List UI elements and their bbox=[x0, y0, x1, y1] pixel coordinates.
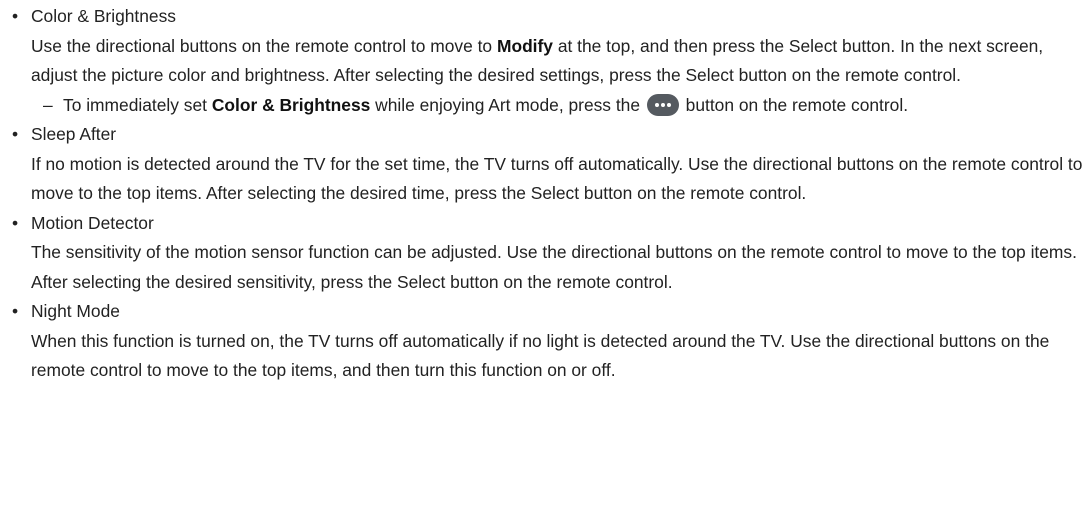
section-night-mode: • Night Mode When this function is turne… bbox=[0, 297, 1088, 386]
more-button-icon bbox=[646, 93, 679, 116]
note-text-segment: To immediately set bbox=[63, 94, 212, 115]
manual-page: • Color & Brightness Use the directional… bbox=[0, 0, 1088, 518]
modify-emphasis: Modify bbox=[496, 35, 553, 56]
bullet: • bbox=[11, 124, 19, 144]
bullet: • bbox=[11, 301, 19, 321]
body-text-segment: Use the directional buttons on the remot… bbox=[31, 35, 497, 56]
section-heading: Sleep After bbox=[31, 124, 117, 144]
section-color-brightness: • Color & Brightness Use the directional… bbox=[0, 2, 1088, 120]
section-heading: Night Mode bbox=[31, 301, 120, 321]
section-heading: Motion Detector bbox=[31, 212, 154, 233]
section-motion-detector: • Motion Detector The sensitivity of the… bbox=[0, 209, 1088, 298]
section-sleep-after: • Sleep After If no motion is detected a… bbox=[0, 120, 1088, 209]
section-body: When this function is turned on, the TV … bbox=[31, 330, 1050, 381]
section-body: The sensitivity of the motion sensor fun… bbox=[31, 242, 1077, 292]
bullet: • bbox=[11, 6, 19, 26]
section-note: – To immediately set Color & Brightness w… bbox=[43, 91, 1088, 121]
bullet: • bbox=[11, 212, 19, 233]
note-text-segment: button on the remote control. bbox=[680, 94, 909, 115]
note-dash: – bbox=[43, 94, 53, 115]
section-body: If no motion is detected around the TV f… bbox=[31, 153, 1083, 204]
color-brightness-emphasis: Color & Brightness bbox=[211, 94, 371, 115]
section-heading: Color & Brightness bbox=[31, 6, 176, 26]
section-body: Use the directional buttons on the remot… bbox=[31, 32, 1083, 91]
note-text-segment: while enjoying Art mode, press the bbox=[370, 94, 645, 115]
